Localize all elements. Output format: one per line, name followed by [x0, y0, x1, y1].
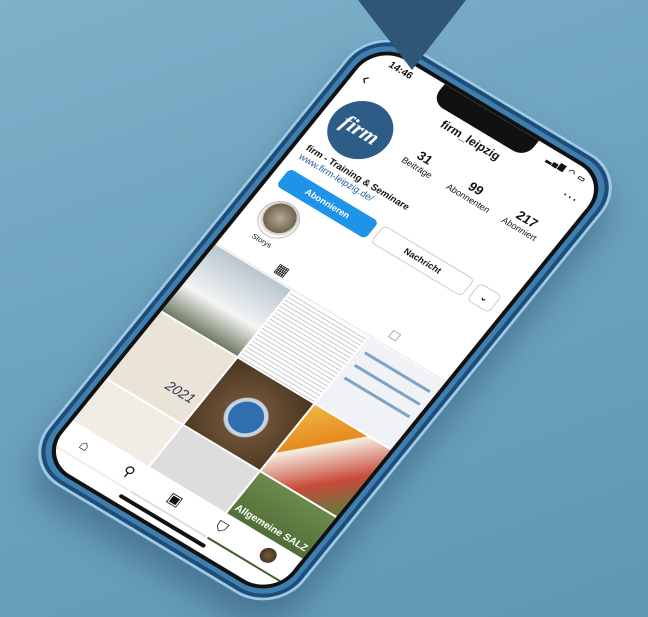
- instagram-profile-screen: 14:46 ▂▄▆ ◠ ▭ ‹ firm_leipzig ··· firm 31: [42, 43, 608, 597]
- post-text: 2021: [162, 377, 200, 407]
- post-graphic: [353, 364, 421, 406]
- post-graphic: [343, 376, 411, 419]
- search-icon[interactable]: ⚲: [118, 462, 139, 482]
- chevron-down-icon[interactable]: ⌄: [466, 282, 503, 314]
- scene: 14:46 ▂▄▆ ◠ ▭ ‹ firm_leipzig ··· firm 31: [0, 0, 648, 617]
- tagged-icon[interactable]: ☐: [385, 328, 403, 345]
- shop-icon[interactable]: ⛉: [211, 518, 231, 537]
- grid-icon[interactable]: ▦: [271, 260, 294, 280]
- logo-text: firm: [335, 109, 386, 150]
- phone-mockup: 14:46 ▂▄▆ ◠ ▭ ‹ firm_leipzig ··· firm 31: [18, 23, 632, 617]
- home-icon[interactable]: ⌂: [76, 436, 95, 454]
- reels-icon[interactable]: ▣: [163, 489, 187, 510]
- phone-screen: 14:46 ▂▄▆ ◠ ▭ ‹ firm_leipzig ··· firm 31: [36, 38, 614, 602]
- profile-avatar-icon[interactable]: [256, 545, 281, 566]
- stat-following[interactable]: 217 Abonniert: [491, 198, 557, 248]
- pointer-arrow: [358, 0, 466, 70]
